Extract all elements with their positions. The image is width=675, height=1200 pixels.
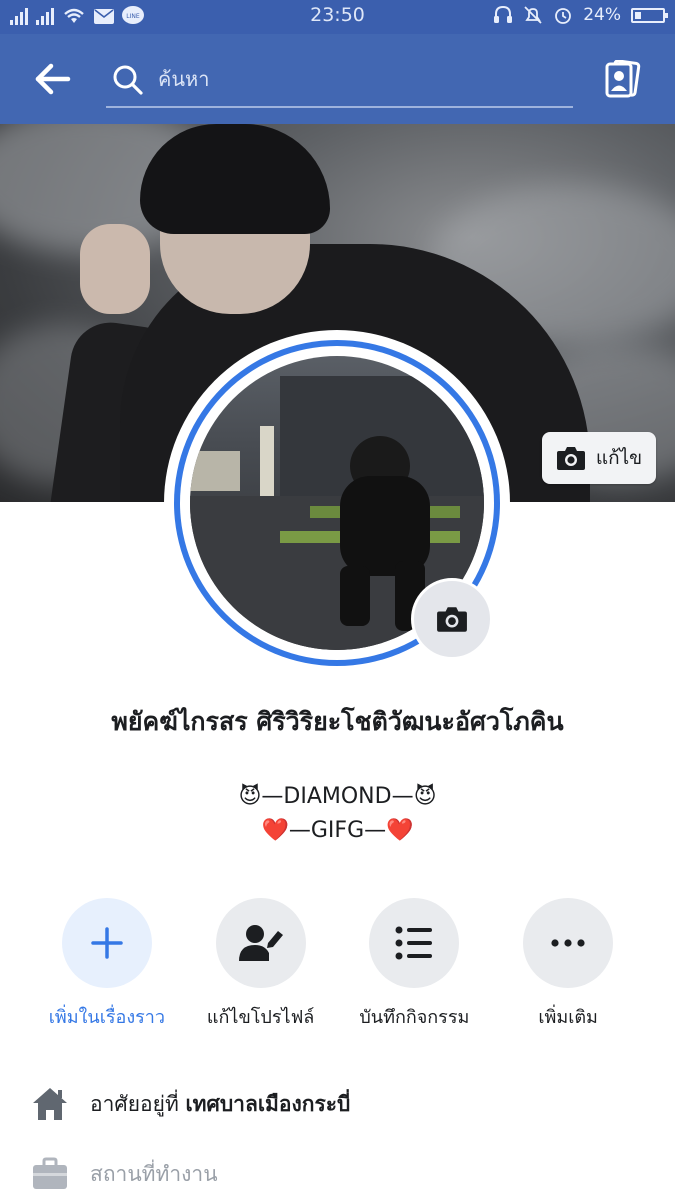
headset-icon	[494, 5, 513, 23]
bio-line: 😈—DIAMOND—😈	[238, 784, 437, 809]
briefcase-icon	[30, 1154, 70, 1194]
top-bar	[0, 34, 675, 124]
camera-icon	[437, 607, 467, 632]
add-to-story-label: เพิ่มในเรื่องราว	[48, 1007, 166, 1028]
plus-icon	[91, 927, 123, 959]
search-input[interactable]	[156, 60, 560, 98]
battery-icon	[631, 7, 668, 23]
back-arrow-icon	[35, 63, 71, 95]
window-shape	[190, 451, 240, 491]
back-button[interactable]	[34, 62, 74, 96]
profile-actions: เพิ่มในเรื่องราว แก้ไขโปรไฟล์ บันทึกกิจก…	[30, 898, 645, 1031]
lives-in-prefix: อาศัยอยู่ที่	[90, 1091, 179, 1116]
battery-percent: 24%	[583, 5, 621, 25]
more-icon	[551, 939, 585, 947]
edit-cover-button[interactable]: แก้ไข	[542, 432, 656, 484]
contacts-button[interactable]	[605, 59, 641, 98]
profile-name: พยัคฆ์ไกรสร ศิริวิริยะโชติวัฒนะอัศวโภคิน	[111, 707, 564, 736]
status-right-icons: 24%	[493, 5, 668, 25]
more-label: เพิ่มเติม	[538, 1007, 598, 1028]
more-button[interactable]: เพิ่มเติม	[491, 898, 645, 1031]
lives-in-text: อาศัยอยู่ที่ เทศบาลเมืองกระบี่	[90, 1088, 350, 1121]
cover-figure-hair	[140, 124, 330, 234]
window-shape	[260, 426, 274, 496]
search-bar[interactable]	[106, 54, 573, 108]
edit-profile-picture-button[interactable]	[411, 578, 493, 660]
mute-icon	[524, 6, 542, 24]
search-icon	[113, 65, 143, 95]
list-icon	[395, 926, 433, 960]
lives-in-row[interactable]: อาศัยอยู่ที่ เทศบาลเมืองกระบี่	[30, 1082, 650, 1126]
add-to-story-circle	[61, 898, 152, 988]
workplace-text: สถานที่ทำงาน	[90, 1161, 218, 1186]
camera-icon	[556, 447, 585, 470]
home-icon	[30, 1084, 70, 1124]
activity-log-label: บันทึกกิจกรรม	[359, 1007, 470, 1028]
bio-line: ❤️—GIFG—❤️	[261, 818, 414, 843]
status-bar: LINE 23:50 24%	[0, 0, 675, 34]
figure-leg	[340, 566, 370, 626]
edit-cover-label: แก้ไข	[595, 447, 643, 469]
lives-in-place[interactable]: เทศบาลเมืองกระบี่	[186, 1092, 351, 1116]
more-circle	[523, 898, 614, 988]
activity-log-button[interactable]: บันทึกกิจกรรม	[338, 898, 492, 1031]
edit-profile-label: แก้ไขโปรไฟล์	[206, 1007, 315, 1028]
alarm-icon	[555, 8, 572, 24]
workplace-row[interactable]: สถานที่ทำงาน	[30, 1152, 650, 1196]
edit-profile-button[interactable]: แก้ไขโปรไฟล์	[184, 898, 338, 1031]
edit-profile-icon	[238, 925, 283, 961]
activity-log-circle	[369, 898, 460, 988]
profile-picture-frame	[164, 330, 510, 676]
add-to-story-button[interactable]: เพิ่มในเรื่องราว	[30, 898, 184, 1031]
cover-figure-hand	[80, 224, 150, 314]
profile-bio[interactable]: 😈—DIAMOND—😈 ❤️—GIFG—❤️	[0, 780, 675, 848]
edit-profile-circle	[215, 898, 306, 988]
contacts-icon	[605, 59, 641, 98]
